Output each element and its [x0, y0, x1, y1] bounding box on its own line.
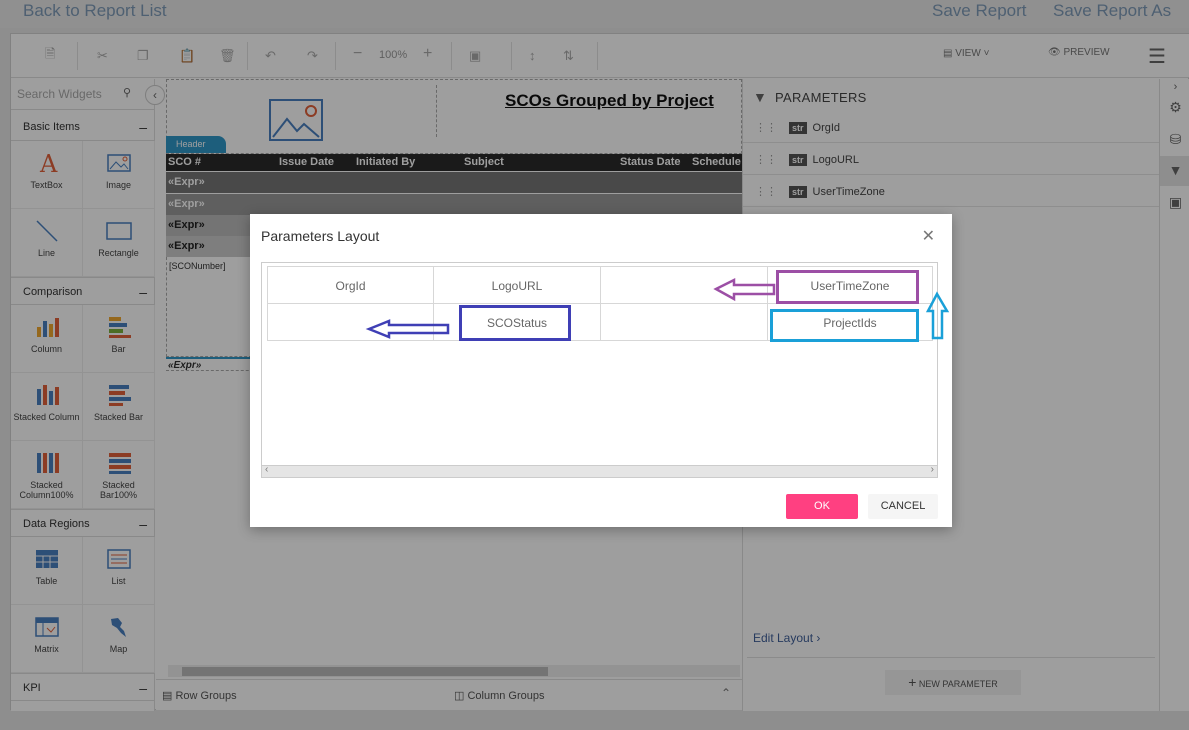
up-arrow-cyan-icon [925, 291, 950, 340]
left-arrow-purple-icon [713, 277, 776, 302]
annotation-arrows [365, 277, 950, 340]
left-arrow-blue-icon [365, 319, 450, 339]
